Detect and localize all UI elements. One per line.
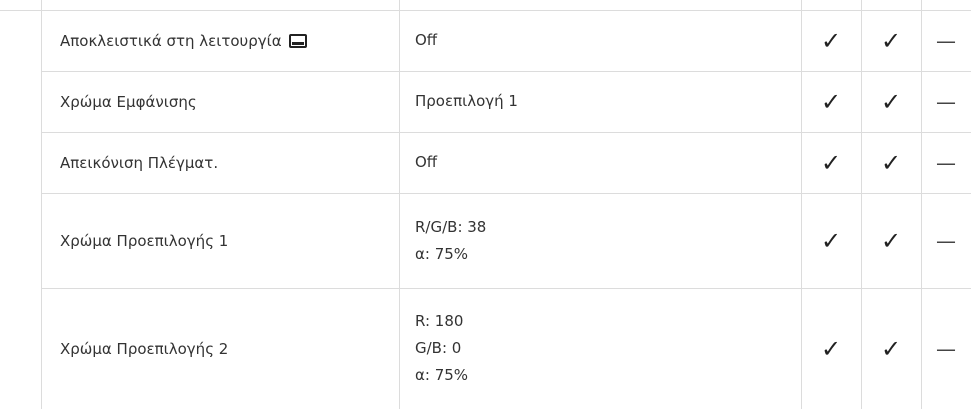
check-icon: ✓ [820,334,842,363]
not-available-dash: — [936,336,956,361]
not-available-dash: — [936,150,956,175]
check-icon: ✓ [820,148,842,177]
setting-name: Χρώμα Προεπιλογής 2 [60,339,229,358]
check-icon: ✓ [820,87,842,116]
setting-name: Απεικόνιση Πλέγματ. [60,153,219,172]
setting-value: R: 180 G/B: 0 α: 75% [415,312,469,384]
not-available-dash: — [936,28,956,53]
not-available-dash: — [936,89,956,114]
check-icon: ✓ [880,26,902,55]
check-icon: ✓ [820,26,842,55]
table-border-left [41,0,42,409]
monitor-icon [288,33,307,48]
check-icon: ✓ [880,334,902,363]
setting-name: Χρώμα Εμφάνισης [60,92,197,111]
setting-value: Προεπιλογή 1 [415,92,518,110]
setting-name: Χρώμα Προεπιλογής 1 [60,231,229,250]
setting-name: Αποκλειστικά στη λειτουργία [60,10,307,71]
check-icon: ✓ [880,226,902,255]
setting-value: R/G/B: 38 α: 75% [415,217,487,263]
not-available-dash: — [936,228,956,253]
check-icon: ✓ [820,226,842,255]
setting-value: Off [415,153,438,171]
check-icon: ✓ [880,87,902,116]
setting-value: Off [415,31,438,49]
column-divider [399,0,400,409]
check-icon: ✓ [880,148,902,177]
